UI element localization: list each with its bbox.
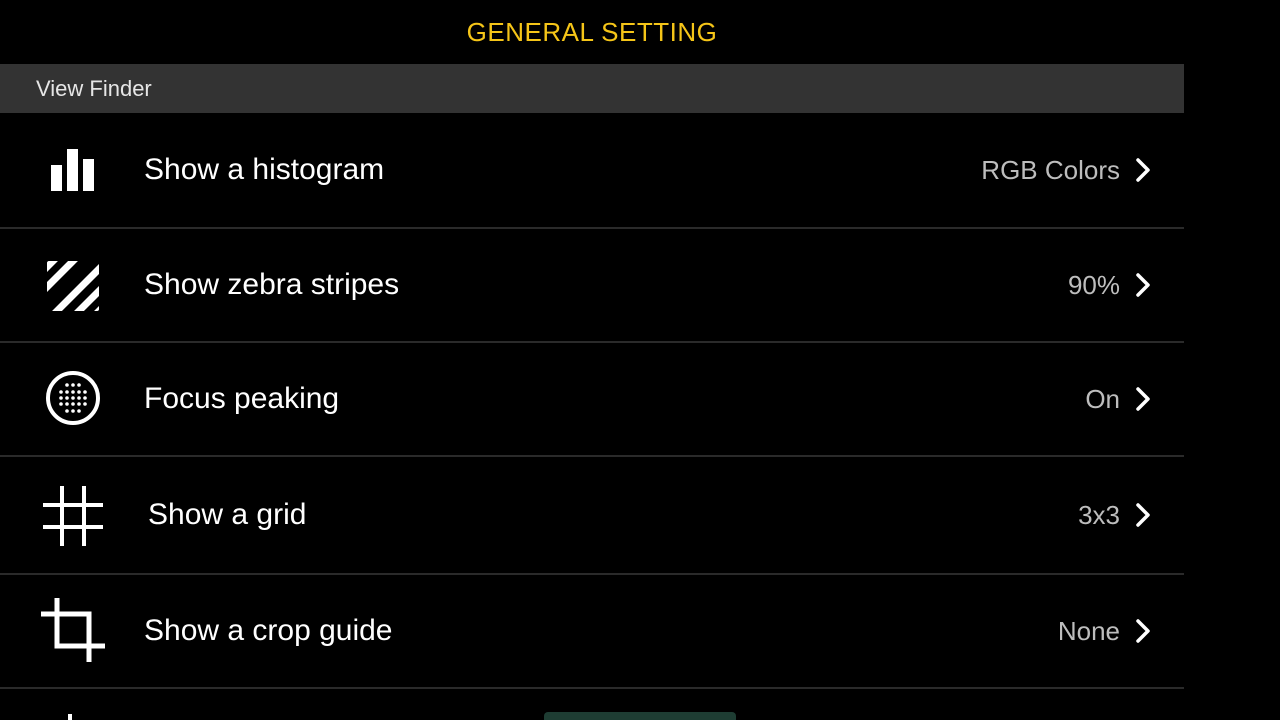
setting-label: Focus peaking bbox=[144, 382, 340, 415]
partial-row-icon bbox=[68, 714, 72, 720]
chevron-right-icon bbox=[1136, 387, 1150, 411]
setting-value: None bbox=[1057, 615, 1120, 646]
section-label: View Finder bbox=[36, 75, 152, 101]
setting-row-histogram[interactable]: Show a histogram RGB Colors bbox=[0, 113, 1184, 229]
setting-label: Show a crop guide bbox=[144, 614, 393, 647]
chevron-right-icon bbox=[1136, 619, 1150, 643]
header: GENERAL SETTING bbox=[0, 0, 1184, 64]
bottom-tab-handle[interactable] bbox=[544, 712, 736, 720]
setting-label: Show zebra stripes bbox=[144, 268, 400, 301]
chevron-right-icon bbox=[1136, 273, 1150, 297]
setting-label: Show a grid bbox=[148, 498, 307, 531]
histogram-icon bbox=[40, 138, 106, 204]
focus-peaking-icon bbox=[40, 365, 106, 431]
grid-icon bbox=[40, 483, 106, 549]
page-title: GENERAL SETTING bbox=[466, 16, 718, 47]
chevron-right-icon bbox=[1136, 158, 1150, 182]
zebra-stripes-icon bbox=[40, 253, 106, 319]
setting-value: 3x3 bbox=[1078, 499, 1120, 530]
setting-value: 90% bbox=[1067, 269, 1120, 300]
section-header-view-finder: View Finder bbox=[0, 64, 1184, 113]
setting-row-crop-guide[interactable]: Show a crop guide None bbox=[0, 575, 1184, 689]
setting-label: Show a histogram bbox=[144, 153, 385, 186]
setting-row-zebra-stripes[interactable]: Show zebra stripes 90% bbox=[0, 229, 1184, 343]
chevron-right-icon bbox=[1136, 503, 1150, 527]
setting-value: On bbox=[1085, 383, 1120, 414]
setting-row-focus-peaking[interactable]: Focus peaking On bbox=[0, 343, 1184, 457]
setting-value: RGB Colors bbox=[981, 154, 1120, 185]
crop-icon bbox=[40, 597, 106, 663]
setting-row-grid[interactable]: Show a grid 3x3 bbox=[0, 457, 1184, 575]
settings-screen: GENERAL SETTING View Finder Show a histo… bbox=[0, 0, 1280, 720]
